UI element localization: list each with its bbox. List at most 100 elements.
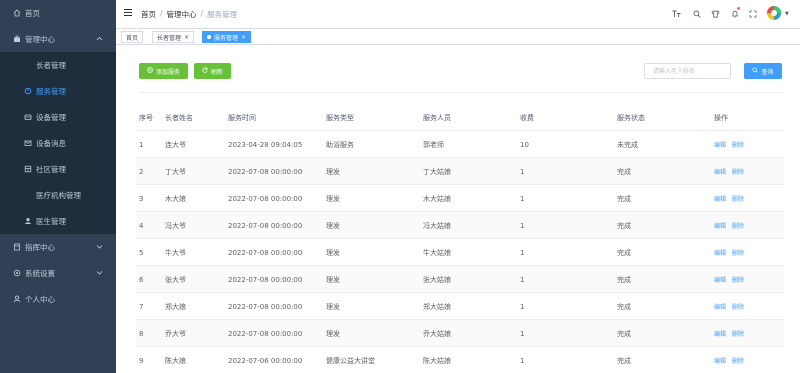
column-header: 服务类型	[326, 113, 354, 122]
sidebar-item-label: 指挥中心	[25, 242, 55, 252]
sidebar-item-personal-center[interactable]: 个人中心	[0, 286, 116, 312]
edit-button[interactable]: 编辑	[714, 140, 726, 149]
column-header: 收费	[520, 113, 534, 122]
tag-home[interactable]: 首页	[121, 31, 144, 43]
main-content: 添加服务 刷新 查询 序号 长者姓名 服务时间 服务类型 服务人员 收费 服务状…	[116, 45, 800, 373]
breadcrumb-item-home[interactable]: 首页	[141, 9, 156, 20]
column-header: 服务人员	[423, 113, 451, 122]
table-row: 5 牛大爷 2022-07-08 00:00:00 理发 牛大姑娘 1 完成 编辑 删除	[136, 239, 784, 266]
cell-status: 完成	[617, 248, 631, 257]
search-icon[interactable]	[692, 9, 701, 18]
sidebar-item-home[interactable]: 首页	[0, 0, 116, 26]
table-row: 4 冯大爷 2022-07-08 00:00:00 理发 冯大姑娘 1 完成 编辑 删除	[136, 212, 784, 239]
edit-button[interactable]: 编辑	[714, 221, 726, 230]
fullscreen-icon[interactable]	[748, 9, 757, 18]
delete-button[interactable]: 删除	[732, 329, 744, 338]
cell-staff: 张大姑娘	[423, 275, 451, 284]
column-header: 服务时间	[228, 113, 256, 122]
sidebar-item-command-center[interactable]: 指挥中心	[0, 234, 116, 260]
delete-button[interactable]: 删除	[732, 140, 744, 149]
tag-elder-management[interactable]: 长者管理 ×	[152, 31, 195, 43]
cell-staff: 丁大姑娘	[423, 167, 451, 176]
add-service-label: 添加服务	[155, 68, 180, 76]
close-icon[interactable]: ×	[241, 34, 246, 41]
cell-time: 2022-07-08 00:00:00	[228, 275, 303, 284]
sidebar-item-medical-institutions[interactable]: 医疗机构管理	[0, 182, 116, 208]
divider	[139, 92, 784, 93]
edit-button[interactable]: 编辑	[714, 248, 726, 257]
cell-type: 理发	[326, 302, 340, 311]
text-size-icon[interactable]	[672, 9, 681, 18]
row-actions: 编辑 删除	[714, 185, 744, 212]
breadcrumb-separator: /	[200, 9, 204, 18]
delete-button[interactable]: 删除	[732, 167, 744, 176]
edit-button[interactable]: 编辑	[714, 194, 726, 203]
cell-no: 7	[139, 302, 144, 311]
edit-button[interactable]: 编辑	[714, 356, 726, 365]
cell-type: 理发	[326, 329, 340, 338]
cell-name: 冯大爷	[165, 221, 186, 230]
sidebar-item-doctor-management[interactable]: 医生管理	[0, 208, 116, 234]
cell-status: 完成	[617, 329, 631, 338]
cell-time: 2022-07-08 00:00:00	[228, 194, 303, 203]
delete-button[interactable]: 删除	[732, 194, 744, 203]
cell-name: 郑大娘	[165, 302, 186, 311]
hamburger-icon[interactable]	[124, 9, 132, 17]
cell-staff: 冯大姑娘	[423, 221, 451, 230]
cell-no: 3	[139, 194, 144, 203]
delete-button[interactable]: 删除	[732, 221, 744, 230]
column-header: 操作	[714, 113, 728, 122]
column-header: 服务状态	[617, 113, 645, 122]
sidebar-item-device-management[interactable]: 设备管理	[0, 104, 116, 130]
edit-button[interactable]: 编辑	[714, 167, 726, 176]
bell-icon[interactable]	[730, 9, 739, 18]
home-icon	[13, 9, 21, 17]
sidebar-item-label: 医疗机构管理	[36, 190, 81, 200]
device-icon	[24, 113, 32, 121]
tag-label: 长者管理	[157, 34, 182, 42]
person-icon	[13, 295, 21, 303]
sidebar-item-system-settings[interactable]: 系统设置	[0, 260, 116, 286]
delete-button[interactable]: 删除	[732, 302, 744, 311]
row-actions: 编辑 删除	[714, 158, 744, 185]
cell-status: 未完成	[617, 140, 638, 149]
cell-fee: 1	[520, 275, 525, 284]
add-service-button[interactable]: 添加服务	[139, 63, 188, 79]
row-actions: 编辑 删除	[714, 212, 744, 239]
table-row: 9 陈大娘 2022-07-06 00:00:00 健康公益大讲堂 陈大姑娘 1 完成 编辑删…	[136, 347, 784, 373]
theme-shirt-icon[interactable]	[711, 9, 720, 18]
tag-label: 服务管理	[214, 34, 239, 42]
sidebar-item-device-messages[interactable]: 设备消息	[0, 130, 116, 156]
cell-status: 完成	[617, 194, 631, 203]
edit-button[interactable]: 编辑	[714, 275, 726, 284]
sidebar-item-community-management[interactable]: 社区管理	[0, 156, 116, 182]
cell-no: 8	[139, 329, 144, 338]
cell-time: 2022-07-08 00:00:00	[228, 221, 303, 230]
sidebar-item-service-management[interactable]: 服务管理	[0, 78, 116, 104]
edit-button[interactable]: 编辑	[714, 329, 726, 338]
suitcase-icon	[13, 35, 21, 43]
cell-time: 2022-07-08 00:00:00	[228, 302, 303, 311]
cell-status: 完成	[617, 221, 631, 230]
avatar[interactable]	[767, 6, 781, 20]
cell-staff: 郭老师	[423, 140, 444, 149]
cell-status: 完成	[617, 356, 631, 365]
delete-button[interactable]: 删除	[732, 356, 744, 365]
sidebar-item-elder-management[interactable]: 长者管理	[0, 52, 116, 78]
tag-service-management[interactable]: 服务管理 ×	[202, 31, 252, 43]
column-header: 长者姓名	[165, 113, 193, 122]
sidebar-item-management-center[interactable]: 管理中心	[0, 26, 116, 52]
edit-button[interactable]: 编辑	[714, 302, 726, 311]
delete-button[interactable]: 删除	[732, 275, 744, 284]
elder-name-search-input[interactable]	[644, 63, 731, 79]
caret-down-icon[interactable]: ▼	[785, 11, 789, 17]
search-button[interactable]: 查询	[744, 63, 782, 79]
refresh-button[interactable]: 刷新	[194, 63, 231, 79]
delete-button[interactable]: 删除	[732, 248, 744, 257]
sidebar-item-label: 首页	[25, 8, 40, 18]
cell-fee: 1	[520, 167, 525, 176]
cell-no: 9	[139, 356, 144, 365]
cell-type: 理发	[326, 248, 340, 257]
table-row: 1 连大爷 2023-04-28 09:04:05 助浴服务 郭老师 10 未完成 编辑 删除	[136, 131, 784, 158]
close-icon[interactable]: ×	[184, 34, 189, 41]
